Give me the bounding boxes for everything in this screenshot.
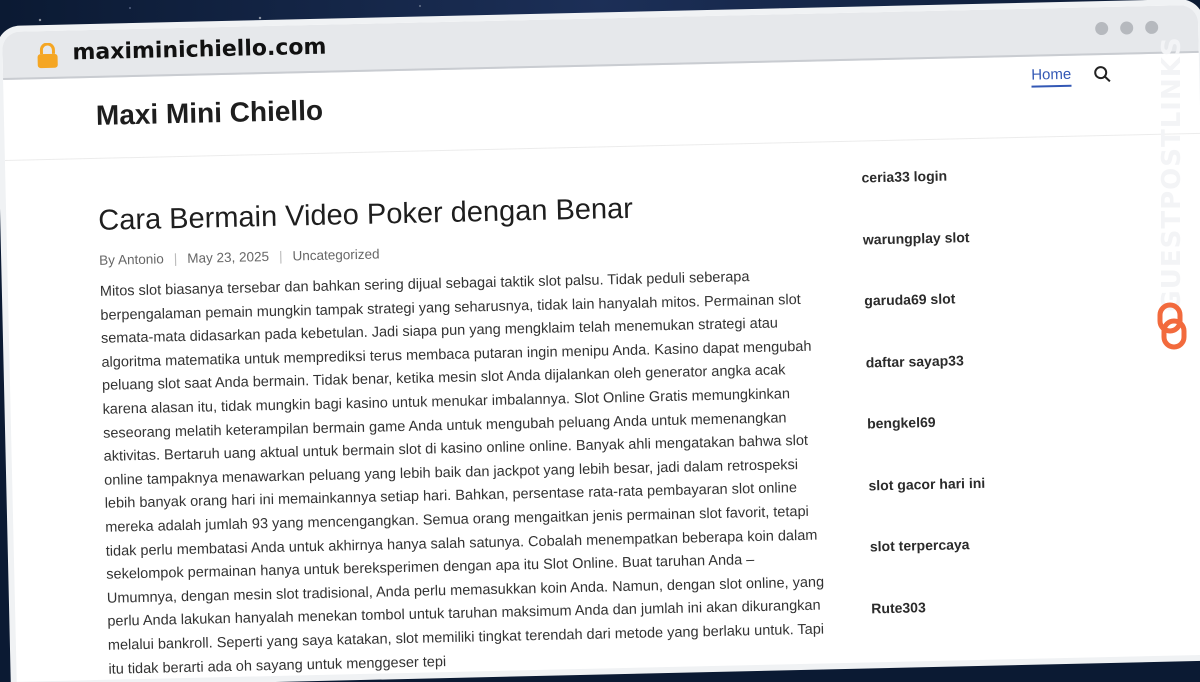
chain-link-icon: [1157, 302, 1187, 350]
window-dot[interactable]: [1095, 21, 1109, 36]
sidebar-link[interactable]: garuda69 slot: [864, 287, 1125, 354]
sidebar-link[interactable]: ceria33 login: [861, 164, 1122, 231]
window-dot[interactable]: [1145, 20, 1159, 35]
window-controls: [1095, 20, 1159, 36]
lock-icon: [37, 42, 58, 69]
browser-url[interactable]: maximinichiello.com: [72, 35, 326, 66]
post-category[interactable]: Uncategorized: [292, 246, 379, 263]
sidebar-link[interactable]: slot gacor hari ini: [868, 471, 1129, 538]
post-meta: By Antonio | May 23, 2025 | Uncategorize…: [99, 246, 380, 267]
sidebar-link[interactable]: daftar sayap33: [866, 348, 1127, 415]
post-date[interactable]: May 23, 2025: [187, 249, 269, 266]
post-author[interactable]: By Antonio: [99, 251, 164, 267]
sidebar-link[interactable]: warungplay slot: [863, 225, 1124, 292]
site-title[interactable]: Maxi Mini Chiello: [96, 95, 324, 132]
sidebar-link[interactable]: bengkel69: [867, 410, 1128, 477]
brand-name: GUESTPOSTLINKS: [1157, 36, 1187, 312]
nav-home-link[interactable]: Home: [1031, 65, 1072, 88]
post-title[interactable]: Cara Bermain Video Poker dengan Benar: [98, 193, 633, 238]
sidebar-link[interactable]: slot terpercaya: [870, 533, 1131, 600]
sidebar-links: ceria33 login warungplay slot garuda69 s…: [861, 164, 1132, 662]
window-dot[interactable]: [1120, 21, 1134, 35]
post-body: Mitos slot biasanya tersebar dan bahkan …: [99, 269, 825, 678]
search-icon[interactable]: [1093, 65, 1111, 83]
meta-separator: |: [278, 248, 283, 264]
sidebar-link[interactable]: Rute303: [871, 594, 1132, 661]
guestpostlinks-watermark: GUESTPOSTLINKS: [1152, 36, 1192, 356]
browser-window: maximinichiello.com Maxi Mini Chiello Ho…: [2, 4, 1200, 682]
meta-separator: |: [173, 251, 178, 267]
